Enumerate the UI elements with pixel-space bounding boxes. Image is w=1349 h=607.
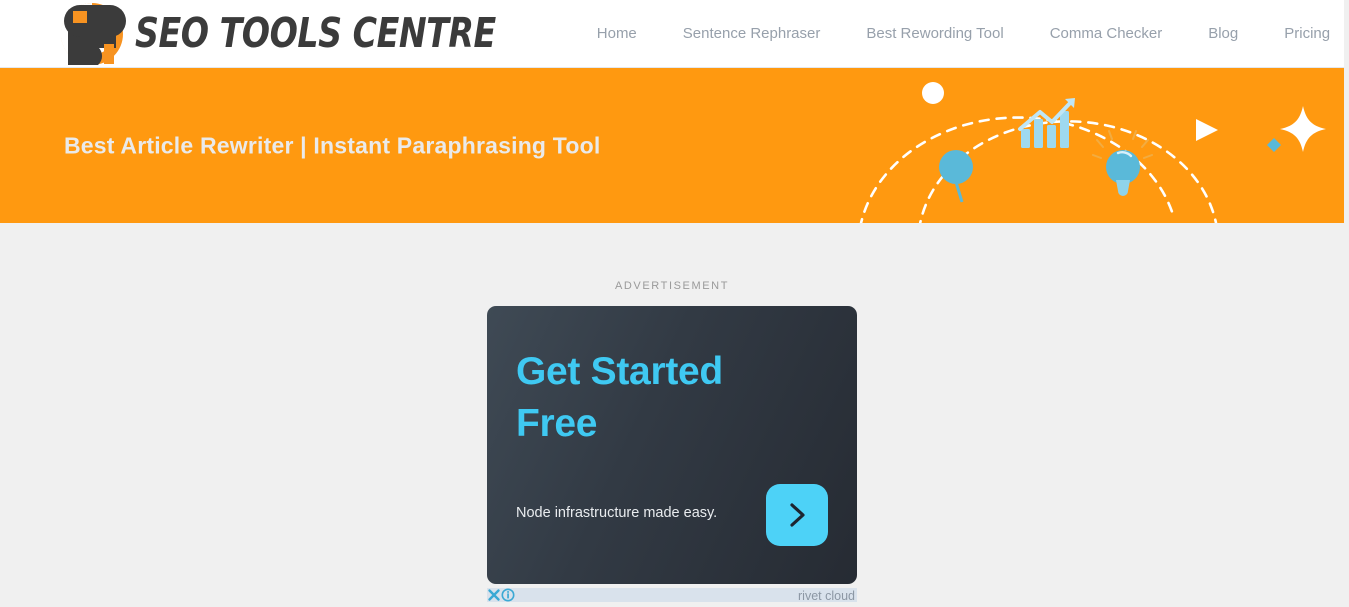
nav-item-comma-checker[interactable]: Comma Checker <box>1050 0 1163 68</box>
ad-headline: Get Started Free <box>516 350 723 446</box>
advertisement-label: ADVERTISEMENT <box>614 280 730 292</box>
ad-cta-button[interactable] <box>766 484 828 546</box>
site-header: SEO TOOLS CENTRE Home Sentence Rephraser… <box>0 0 1344 68</box>
hero-banner: Best Article Rewriter | Instant Paraphra… <box>0 68 1344 223</box>
main-content: ADVERTISEMENT Get Started Free Node infr… <box>0 223 1344 607</box>
ad-advertiser-name: rivet cloud <box>798 589 855 603</box>
seo-tools-centre-circular-logo-icon <box>60 2 126 65</box>
bar-chart-growth-icon <box>1018 98 1075 148</box>
sparkle-star-icon <box>1280 106 1326 152</box>
advertisement-block: ADVERTISEMENT Get Started Free Node infr… <box>487 280 857 603</box>
nav-item-blog[interactable]: Blog <box>1208 0 1238 68</box>
main-navigation: Home Sentence Rephraser Best Rewording T… <box>597 0 1344 68</box>
chevron-right-icon <box>790 503 805 527</box>
dashed-arc-right-icon <box>918 120 1218 223</box>
white-circle-balloon-icon <box>922 82 944 104</box>
close-x-icon[interactable] <box>487 588 501 602</box>
page-root: SEO TOOLS CENTRE Home Sentence Rephraser… <box>0 0 1344 607</box>
small-diamond-icon <box>1267 138 1281 152</box>
brand-wordmark: SEO TOOLS CENTRE <box>135 9 496 58</box>
info-circle-icon[interactable] <box>501 588 515 602</box>
advertisement-card[interactable]: Get Started Free Node infrastructure mad… <box>487 306 857 584</box>
advertisement-footer: rivet cloud <box>487 588 857 603</box>
hero-decoration-graphics <box>859 82 1326 223</box>
nav-item-sentence-rephraser[interactable]: Sentence Rephraser <box>683 0 821 68</box>
play-triangle-icon <box>1196 119 1218 141</box>
blue-pin-balloon-icon <box>939 150 973 203</box>
ad-subtext: Node infrastructure made easy. <box>516 505 718 521</box>
nav-item-pricing[interactable]: Pricing <box>1284 0 1330 68</box>
brand-logo-link[interactable]: SEO TOOLS CENTRE <box>57 0 515 68</box>
nav-item-best-rewording-tool[interactable]: Best Rewording Tool <box>866 0 1003 68</box>
dashed-arc-left-icon <box>859 116 1176 223</box>
nav-item-home[interactable]: Home <box>597 0 637 68</box>
page-title: Best Article Rewriter | Instant Paraphra… <box>64 132 601 158</box>
lightbulb-idea-icon <box>1092 130 1153 196</box>
